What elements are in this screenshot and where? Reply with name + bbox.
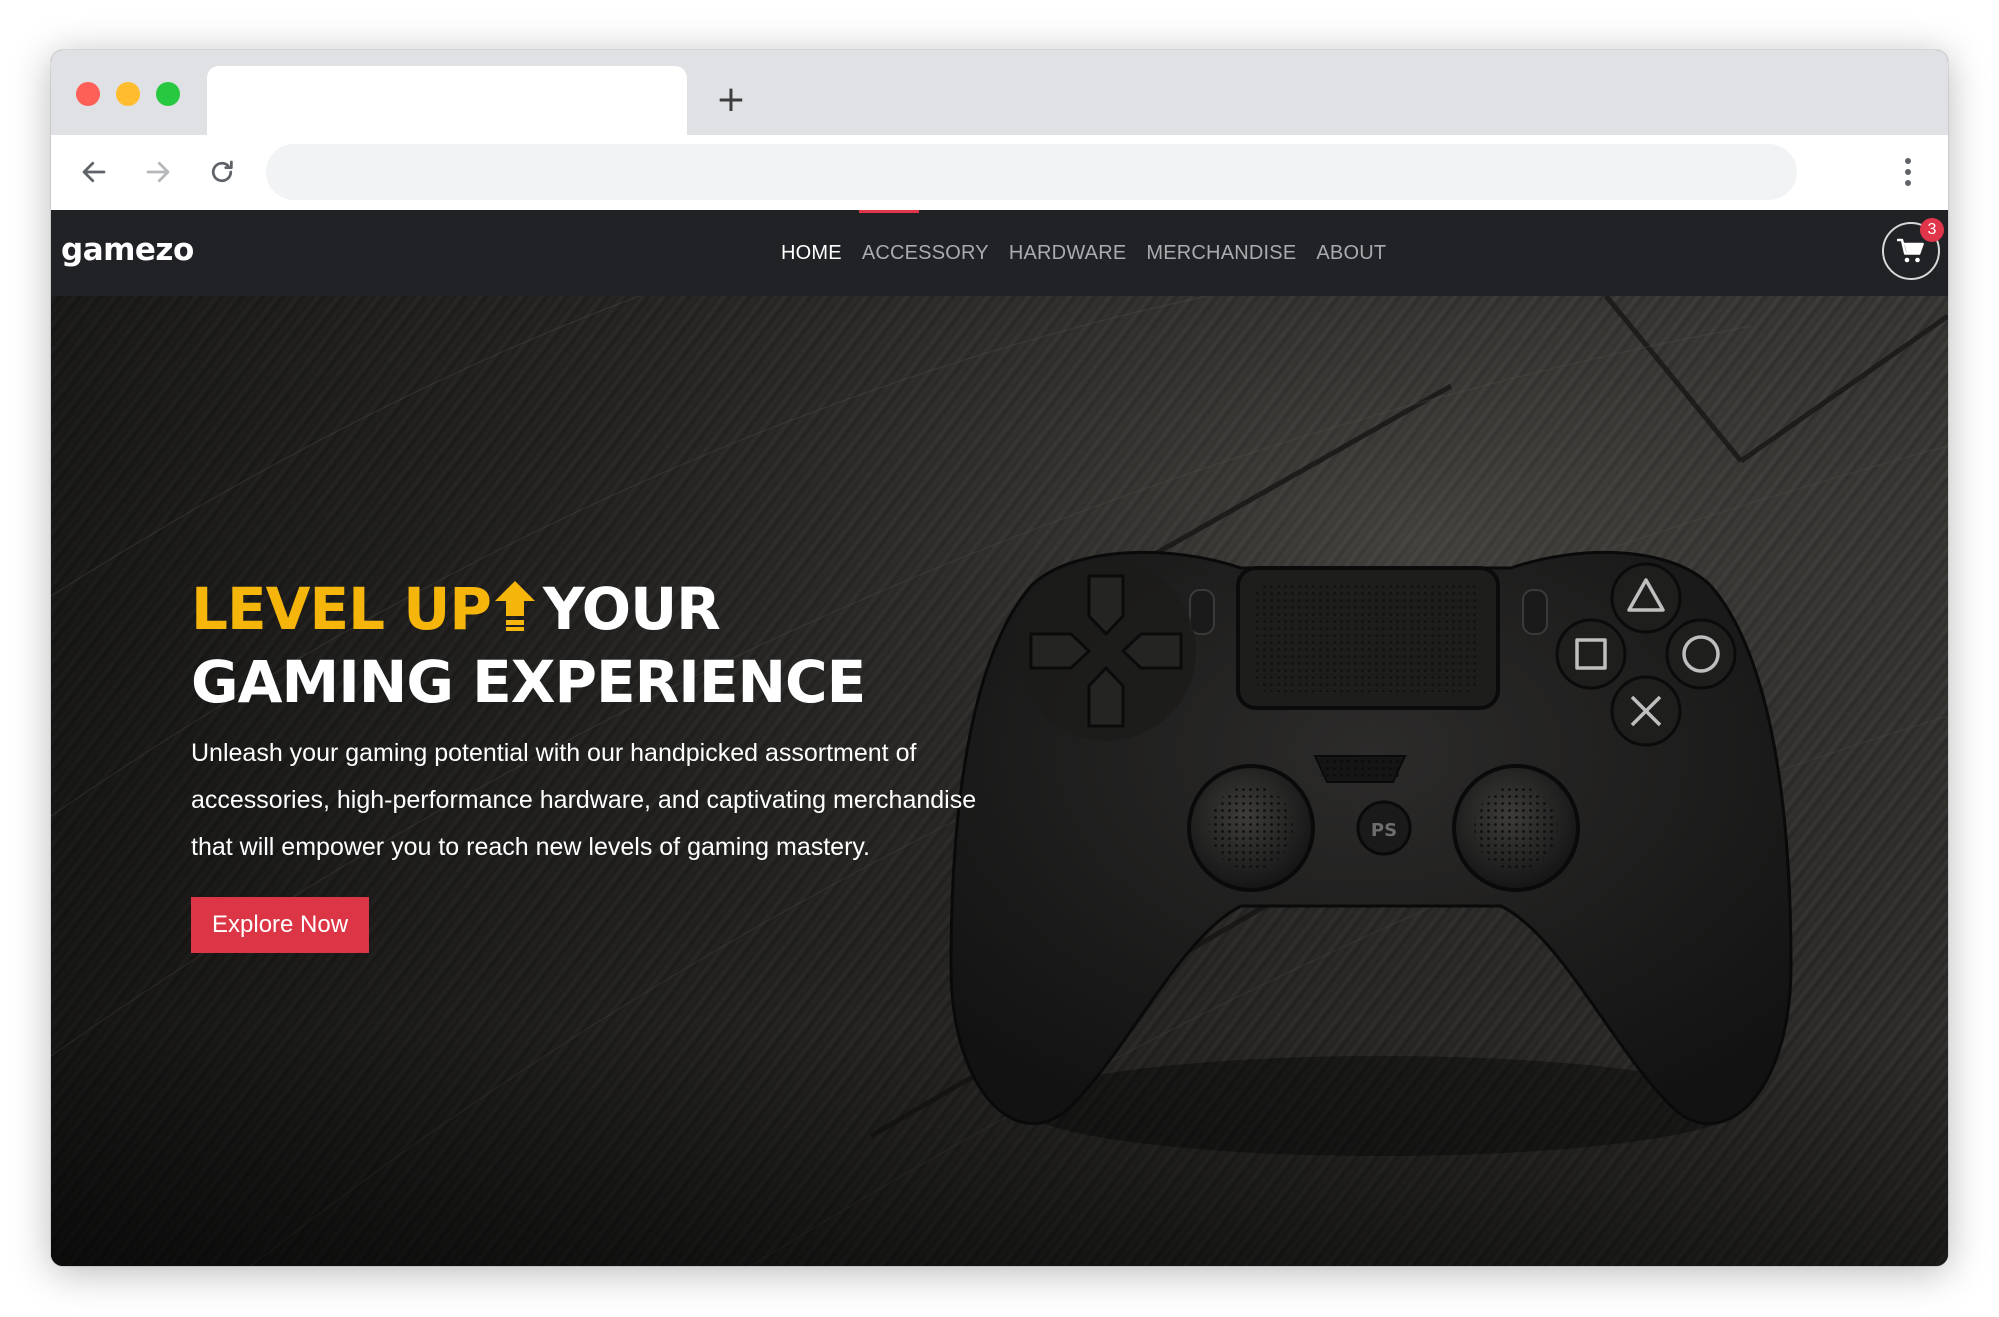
main-nav: HOME ACCESSORY HARDWARE MERCHANDISE ABOU… <box>781 210 1386 296</box>
headline-line1-rest: YOUR <box>542 575 721 643</box>
hero-headline: LEVEL UP YOUR GAMING EXPERIENCE <box>191 574 1011 718</box>
cart-count-badge: 3 <box>1920 218 1944 242</box>
headline-accent: LEVEL UP <box>191 575 492 643</box>
nav-link-home[interactable]: HOME <box>781 242 842 265</box>
minimize-window-button[interactable] <box>116 82 140 106</box>
close-window-button[interactable] <box>76 82 100 106</box>
new-tab-button[interactable]: + <box>711 80 751 120</box>
site-navbar: gamezo HOME ACCESSORY HARDWARE MERCHANDI… <box>51 210 1948 296</box>
arrow-left-icon <box>82 161 106 183</box>
nav-link-accessory[interactable]: ACCESSORY <box>862 242 989 265</box>
headline-line2: GAMING EXPERIENCE <box>191 648 866 716</box>
tab-strip: + <box>51 50 1948 135</box>
arrow-right-icon <box>146 161 170 183</box>
back-button[interactable] <box>74 152 114 192</box>
reload-button[interactable] <box>202 152 242 192</box>
up-arrow-icon <box>493 576 537 647</box>
maximize-window-button[interactable] <box>156 82 180 106</box>
game-controller-image: PS <box>949 550 1793 1156</box>
svg-text:PS: PS <box>1371 820 1397 841</box>
hero-description: Unleash your gaming potential with our h… <box>191 739 977 861</box>
hero-content: LEVEL UP YOUR GAMING EXPERIENCE Unleash y… <box>191 574 1011 953</box>
cart-button[interactable]: 3 <box>1882 218 1944 280</box>
address-bar[interactable] <box>266 144 1797 200</box>
browser-window: + gamezo HOME ACCESSORY HARDWARE MERCHAN… <box>51 50 1948 1266</box>
forward-button[interactable] <box>138 152 178 192</box>
reload-icon <box>211 160 233 183</box>
explore-now-button[interactable]: Explore Now <box>191 897 370 953</box>
site-logo[interactable]: gamezo <box>61 232 194 268</box>
cart-icon <box>1897 238 1924 263</box>
browser-tab-active[interactable] <box>207 66 687 135</box>
kebab-menu-icon[interactable] <box>1896 152 1920 192</box>
nav-link-about[interactable]: ABOUT <box>1316 242 1386 265</box>
nav-link-merchandise[interactable]: MERCHANDISE <box>1146 242 1296 265</box>
website: gamezo HOME ACCESSORY HARDWARE MERCHANDI… <box>51 210 1948 1266</box>
browser-toolbar <box>51 135 1948 210</box>
nav-link-hardware[interactable]: HARDWARE <box>1009 242 1127 265</box>
hero-section: PS LEVEL UP YOUR GAMING EXPERIENCE Unleas… <box>51 296 1948 1266</box>
